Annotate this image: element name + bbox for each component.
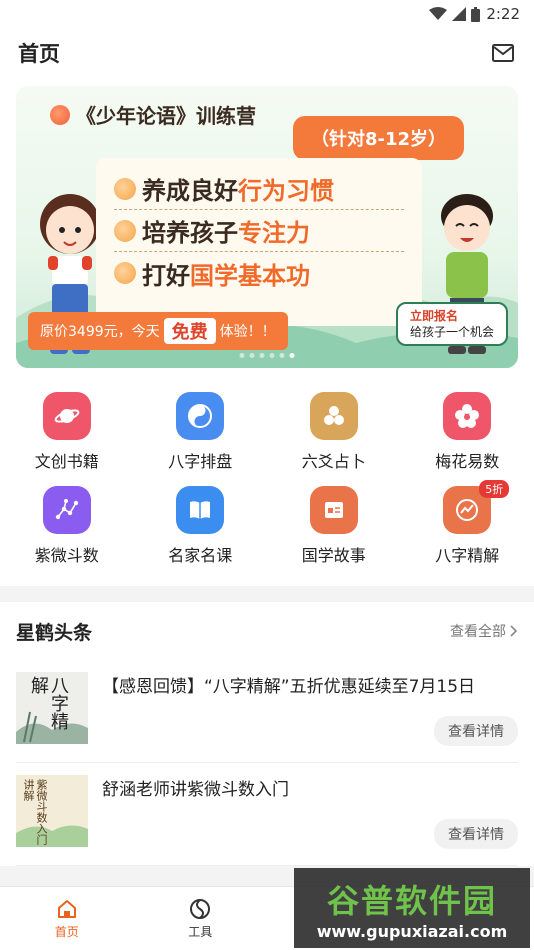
tool-label: 名家名课 [168,546,233,565]
wifi-icon [429,7,448,20]
top-section: 《少年论语》训练营 （针对8-12岁） 养成良好 行为习惯 培养孩子 专注力 打好国… [0,78,534,384]
tool-label: 八字精解 [435,546,500,565]
news-thumbnail: 紫微斗数入门讲解 [16,775,88,847]
age-bubble: （针对8-12岁） [292,116,464,170]
tools-grid: 文创书籍 八字排盘 六爻占卜 梅花易数紫微斗数 名家名课 国学故事 八字精解 5折 [0,384,534,586]
status-time: 2:22 [486,5,520,23]
promo-banner[interactable]: 《少年论语》训练营 （针对8-12岁） 养成良好 行为习惯 培养孩子 专注力 打好国… [16,86,518,368]
constellation-icon [42,486,91,534]
news-title: 星鹤头条 [16,621,93,644]
app-header: 首页 [0,28,534,78]
free-label: 免费 [163,318,216,344]
thumbnail-calligraphy: 八字精解 [28,676,69,730]
view-detail-button[interactable]: 查看详情 [434,716,518,746]
thumbnail-calligraphy: 紫微斗数入门讲解 [22,779,48,845]
tool-item[interactable]: 八字精解 5折 [401,480,534,566]
news-item[interactable]: 八字精解 【感恩回馈】“八字精解”五折优惠延续至7月15日 查看详情 [16,660,518,763]
news-thumbnail: 八字精解 [16,672,88,744]
carousel-dot[interactable] [249,353,255,358]
carousel-dot[interactable] [259,353,265,358]
plum-blossom-icon [443,392,492,440]
watermark-logo: 谷普软件园 www.gupuxiazai.com [294,868,530,948]
bullet-icon [114,262,136,284]
compass-icon [190,898,211,919]
tool-item[interactable]: 名家名课 [134,486,268,566]
tab-tools[interactable]: 工具 [134,887,268,950]
benefit-line: 养成良好 行为习惯 [114,168,404,210]
price-tag: 原价3499元，今天 免费 体验！！ [28,312,288,350]
tool-item[interactable]: 八字排盘 [134,392,268,472]
story-card-icon [309,486,358,534]
news-text: 【感恩回馈】“八字精解”五折优惠延续至7月15日 [102,677,476,697]
camp-title: 《少年论语》训练营 [50,100,256,129]
signal-icon [452,7,467,21]
tool-label: 国学故事 [301,546,366,565]
book-icon [176,486,225,534]
tool-label: 梅花易数 [435,452,500,471]
view-detail-button[interactable]: 查看详情 [434,819,518,849]
status-bar: 2:22 [0,0,534,28]
bullet-icon [114,177,136,200]
discount-badge: 5折 [479,480,510,498]
carousel-indicator[interactable] [239,353,295,358]
tool-item[interactable]: 梅花易数 [401,392,534,472]
planet-icon [42,392,91,440]
benefit-line: 打好 国学基本功 [114,252,404,294]
tool-label: 六爻占卜 [301,452,366,471]
tool-item[interactable]: 文创书籍 [0,392,134,472]
bullet-icon [114,219,136,242]
benefit-card: 养成良好 行为习惯 培养孩子 专注力 打好 国学基本功 [96,158,422,326]
page-title: 首页 [18,42,60,66]
mail-icon[interactable] [490,40,516,66]
view-all-link[interactable]: 查看全部 [450,621,518,641]
news-header: 星鹤头条 查看全部 [16,602,518,660]
sun-icon [50,104,70,125]
carousel-dot[interactable] [239,353,245,358]
carousel-dot[interactable] [269,353,275,358]
home-icon [57,899,76,918]
news-item[interactable]: 紫微斗数入门讲解 舒涵老师讲紫微斗数入门 查看详情 [16,763,518,866]
chevron-right-icon [510,625,518,637]
benefit-line: 培养孩子 专注力 [114,210,404,252]
tool-label: 八字排盘 [168,452,233,471]
tool-label: 紫微斗数 [34,546,99,565]
tool-item[interactable]: 六爻占卜 [267,392,401,472]
battery-icon [471,6,481,22]
tool-label: 文创书籍 [34,452,99,471]
coins-icon [309,392,358,440]
yin-yang-icon [176,392,225,440]
carousel-dot[interactable] [279,353,285,358]
signup-button[interactable]: 立即报名 给孩子一个机会 [395,302,508,346]
tool-item[interactable]: 紫微斗数 [0,486,134,566]
tab-home[interactable]: 首页 [0,887,134,950]
news-section: 星鹤头条 查看全部 八字精解 【感恩回馈】“八字精解”五折优惠延续至7月15日 … [0,602,534,866]
carousel-dot[interactable] [289,353,295,358]
status-icons [429,6,481,22]
tool-item[interactable]: 国学故事 [267,486,401,566]
news-text: 舒涵老师讲紫微斗数入门 [102,780,289,800]
